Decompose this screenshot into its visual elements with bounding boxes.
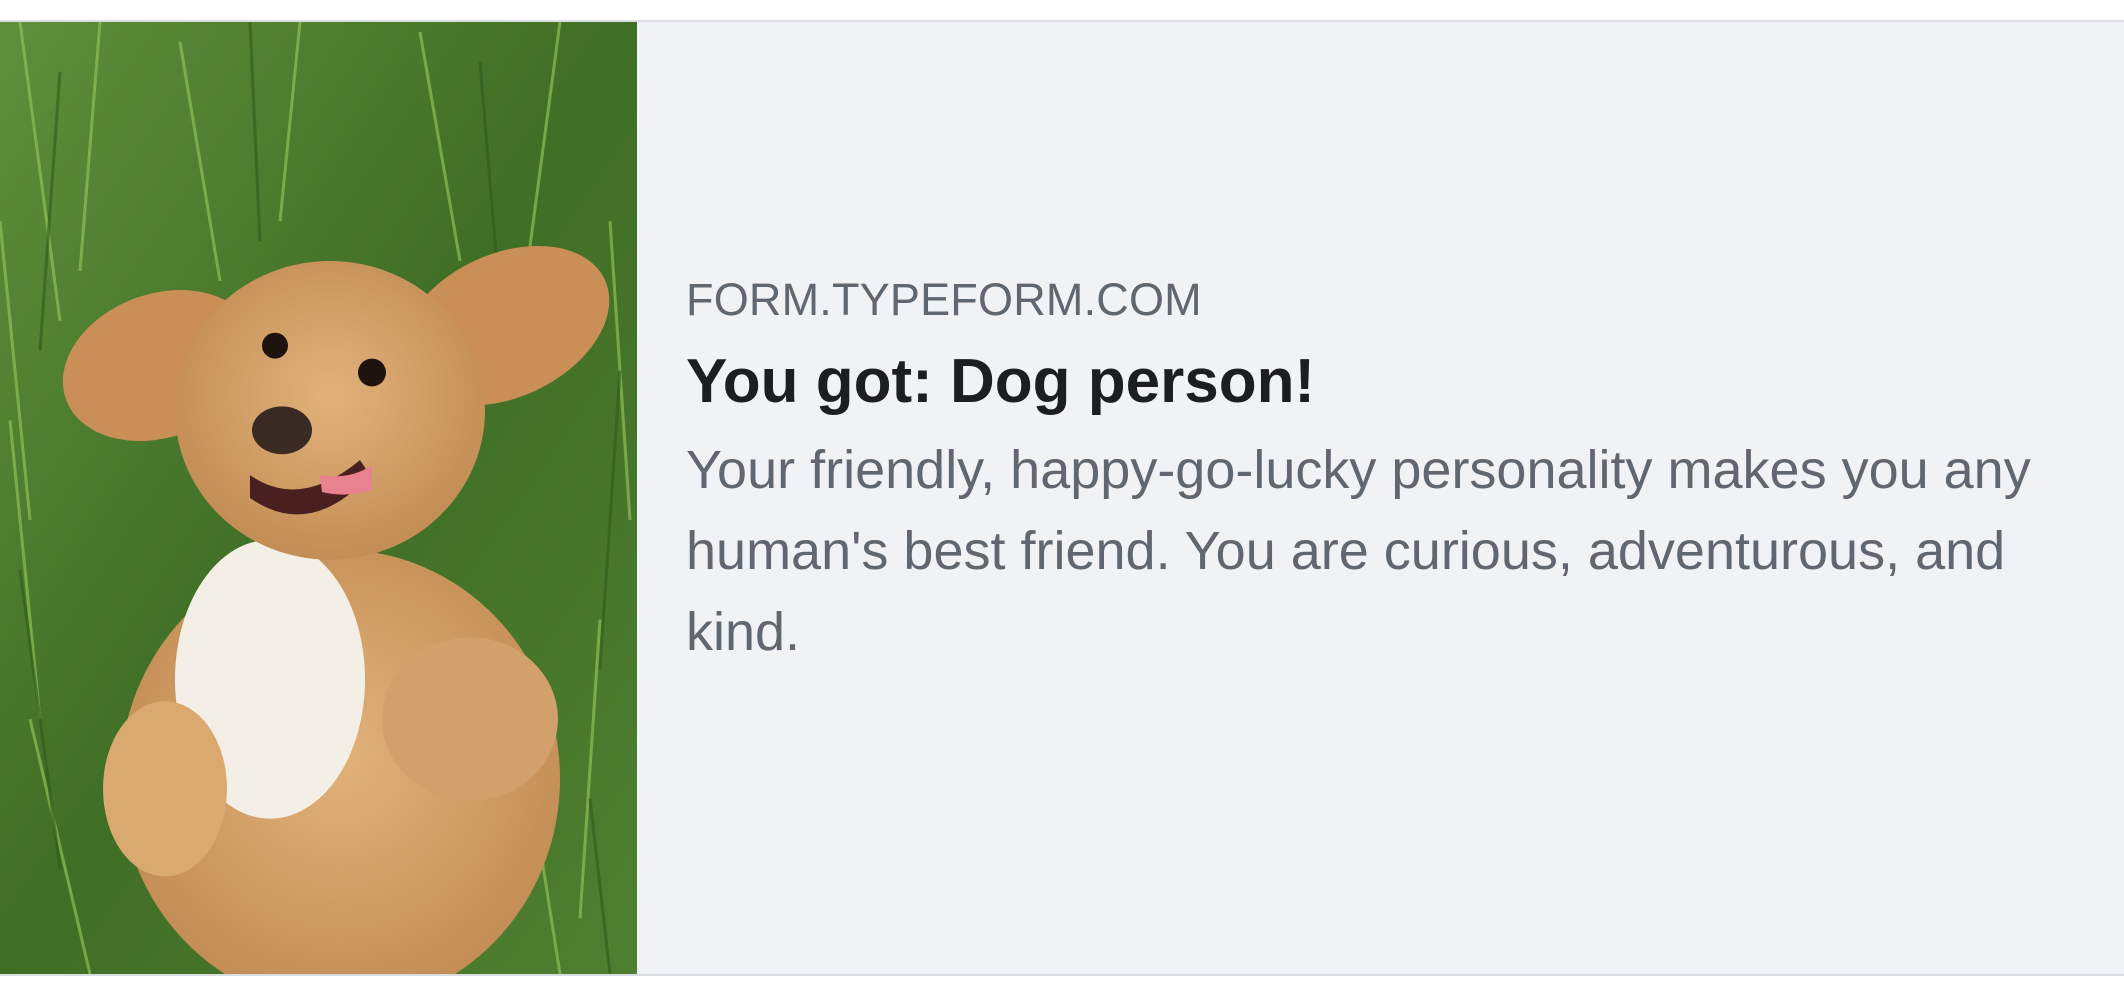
link-preview-image[interactable]: [0, 22, 637, 974]
link-preview-card[interactable]: FORM.TYPEFORM.COM You got: Dog person! Y…: [0, 20, 2124, 976]
link-preview-text: FORM.TYPEFORM.COM You got: Dog person! Y…: [637, 22, 2124, 974]
link-description: Your friendly, happy-go-lucky personalit…: [686, 439, 2031, 662]
dog-photo: [0, 22, 637, 974]
link-domain: FORM.TYPEFORM.COM: [686, 273, 1202, 325]
link-title[interactable]: You got: Dog person!: [686, 340, 2084, 424]
